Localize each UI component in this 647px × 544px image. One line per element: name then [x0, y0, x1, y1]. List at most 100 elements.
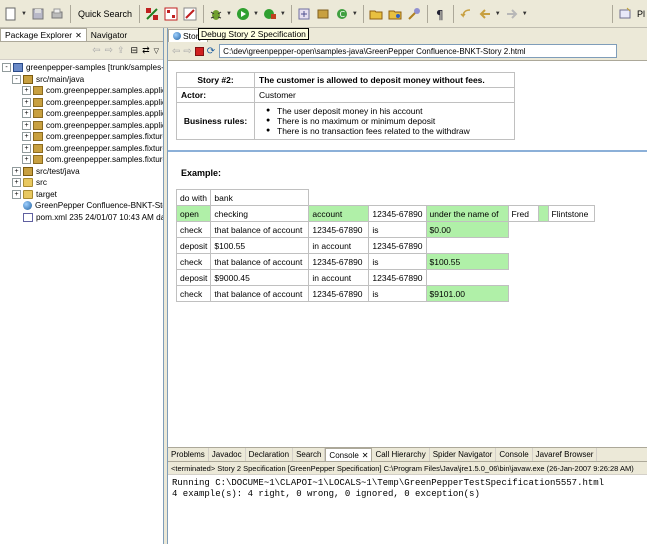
back-arrow-icon[interactable]: ⇦ [92, 45, 100, 56]
last-edit-icon[interactable] [457, 5, 475, 23]
quick-search-button[interactable]: Quick Search [74, 9, 136, 19]
view-menu-icon[interactable]: ▽ [154, 47, 159, 55]
new-class-icon[interactable]: C [333, 5, 351, 23]
url-input[interactable]: C:\dev\greenpepper-open\samples-java\Gre… [219, 44, 618, 58]
expand-icon[interactable]: + [22, 86, 31, 96]
chevron-down-icon[interactable]: ▼ [280, 11, 286, 17]
xml-file-icon [23, 212, 33, 222]
tree-item[interactable]: + com.greenpepper.samples.applicati [0, 85, 163, 97]
tab-problems[interactable]: Problems [168, 448, 209, 461]
table-cell: in account [308, 269, 370, 286]
package-icon [33, 97, 43, 107]
tree-item[interactable]: + com.greenpepper.samples.fixture. [0, 131, 163, 143]
tab-javaref-browser[interactable]: Javaref Browser [533, 448, 598, 461]
tab-search[interactable]: Search [293, 448, 326, 461]
tree-item[interactable]: - greenpepper-samples [trunk/samples-java… [0, 62, 163, 74]
tree-item[interactable]: + com.greenpepper.samples.applicati [0, 120, 163, 132]
tree-item[interactable]: GreenPepper Confluence-BNKT-Story 2 [0, 200, 163, 212]
tab-console[interactable]: Console ✕ [325, 448, 373, 461]
new-package-icon[interactable] [314, 5, 332, 23]
tree-item[interactable]: pom.xml 235 24/01/07 10:43 AM dapo [0, 212, 163, 224]
globe-icon [23, 201, 32, 211]
tree-item[interactable]: + com.greenpepper.samples.applicati [0, 108, 163, 120]
new-java-project-icon[interactable] [295, 5, 313, 23]
open-perspective-icon[interactable] [616, 5, 634, 23]
tab-navigator[interactable]: Navigator [87, 28, 131, 41]
tree-item-label: com.greenpepper.samples.fixture. [46, 132, 163, 142]
stop-icon[interactable] [194, 46, 204, 56]
show-whitespace-icon[interactable]: ¶ [431, 5, 449, 23]
toolbar-separator [426, 4, 428, 23]
tree-item-label: pom.xml 235 24/01/07 10:43 AM dapo [36, 212, 163, 222]
tree-item-label: com.greenpepper.samples.applicati [46, 120, 163, 130]
tree-item[interactable]: + src/test/java [0, 166, 163, 178]
toolbar-separator [69, 4, 71, 23]
chevron-down-icon[interactable]: ▼ [253, 11, 259, 17]
tree-item-label: com.greenpepper.samples.fixture. [46, 143, 163, 153]
tab-console[interactable]: Console [496, 448, 533, 461]
greenpepper-run-icon[interactable] [143, 5, 161, 23]
expand-icon[interactable]: + [22, 132, 31, 142]
chevron-down-icon[interactable]: ▼ [495, 11, 501, 17]
table-cell: in account [308, 237, 370, 254]
new-dropdown-icon[interactable] [2, 5, 20, 23]
chevron-down-icon[interactable]: ▼ [522, 11, 528, 17]
collapse-all-icon[interactable]: ⊟ [131, 45, 139, 56]
greenpepper-spec-icon[interactable] [181, 5, 199, 23]
tab-spider-navigator[interactable]: Spider Navigator [430, 448, 497, 461]
tab-package-explorer-label: Package Explorer [5, 30, 73, 40]
tab-call-hierarchy[interactable]: Call Hierarchy [372, 448, 430, 461]
tree-item[interactable]: + com.greenpepper.samples.applicati [0, 97, 163, 109]
tree-item[interactable]: + com.greenpepper.samples.fixture. [0, 143, 163, 155]
tab-package-explorer[interactable]: Package Explorer ✕ [0, 28, 87, 41]
debug-icon[interactable] [207, 5, 225, 23]
tree-item[interactable]: + target [0, 189, 163, 201]
tab-javadoc[interactable]: Javadoc [209, 448, 246, 461]
collapse-icon[interactable]: - [12, 74, 21, 84]
external-tools-icon[interactable] [261, 5, 279, 23]
forward-arrow-icon[interactable]: ⇨ [105, 45, 113, 56]
refresh-icon[interactable]: ⟳ [207, 46, 215, 57]
expand-icon[interactable]: + [12, 178, 21, 188]
open-type-icon[interactable] [367, 5, 385, 23]
up-folder-icon[interactable]: ⇪ [117, 45, 125, 56]
expand-icon[interactable]: + [22, 109, 31, 119]
forward-arrow-icon[interactable]: ⇨ [183, 46, 191, 57]
back-arrow-icon[interactable]: ⇦ [172, 46, 180, 57]
tab-declaration[interactable]: Declaration [246, 448, 294, 461]
expand-icon[interactable]: + [12, 166, 21, 176]
expand-icon[interactable]: + [22, 155, 31, 165]
search-icon[interactable] [405, 5, 423, 23]
chevron-down-icon[interactable]: ▼ [226, 11, 232, 17]
open-resource-icon[interactable] [386, 5, 404, 23]
tree-item-label: target [36, 189, 57, 199]
table-cell: check [175, 285, 212, 302]
link-with-editor-icon[interactable]: ⇄ [142, 45, 150, 56]
rule-item: There is no maximum or minimum deposit [266, 116, 510, 126]
chevron-down-icon[interactable]: ▼ [21, 11, 27, 17]
left-tab-strip: Package Explorer ✕ Navigator [0, 28, 163, 42]
table-cell: 12345-67890 [368, 237, 427, 254]
tree-item[interactable]: - src/main/java [0, 74, 163, 86]
print-icon[interactable] [48, 5, 66, 23]
expand-icon[interactable]: + [22, 97, 31, 107]
back-arrow-icon[interactable] [476, 5, 494, 23]
package-icon [33, 132, 43, 142]
save-icon[interactable] [29, 5, 47, 23]
chevron-down-icon[interactable]: ▼ [352, 11, 358, 17]
tree-item[interactable]: + com.greenpepper.samples.fixture. [0, 154, 163, 166]
close-icon[interactable]: ✕ [75, 31, 82, 40]
actor-row: Actor: Customer [176, 87, 515, 103]
table-cell: deposit [175, 237, 212, 254]
expand-icon[interactable]: + [12, 189, 21, 199]
run-icon[interactable] [234, 5, 252, 23]
forward-arrow-icon[interactable] [503, 5, 521, 23]
collapse-icon[interactable]: - [2, 63, 11, 73]
greenpepper-debug-icon[interactable] [162, 5, 180, 23]
story-row: Story #2: The customer is allowed to dep… [176, 72, 515, 88]
perspective-label[interactable]: Pl [635, 9, 647, 19]
tree-item[interactable]: + src [0, 177, 163, 189]
expand-icon[interactable]: + [22, 143, 31, 153]
close-icon[interactable]: ✕ [362, 451, 369, 460]
expand-icon[interactable]: + [22, 120, 31, 130]
